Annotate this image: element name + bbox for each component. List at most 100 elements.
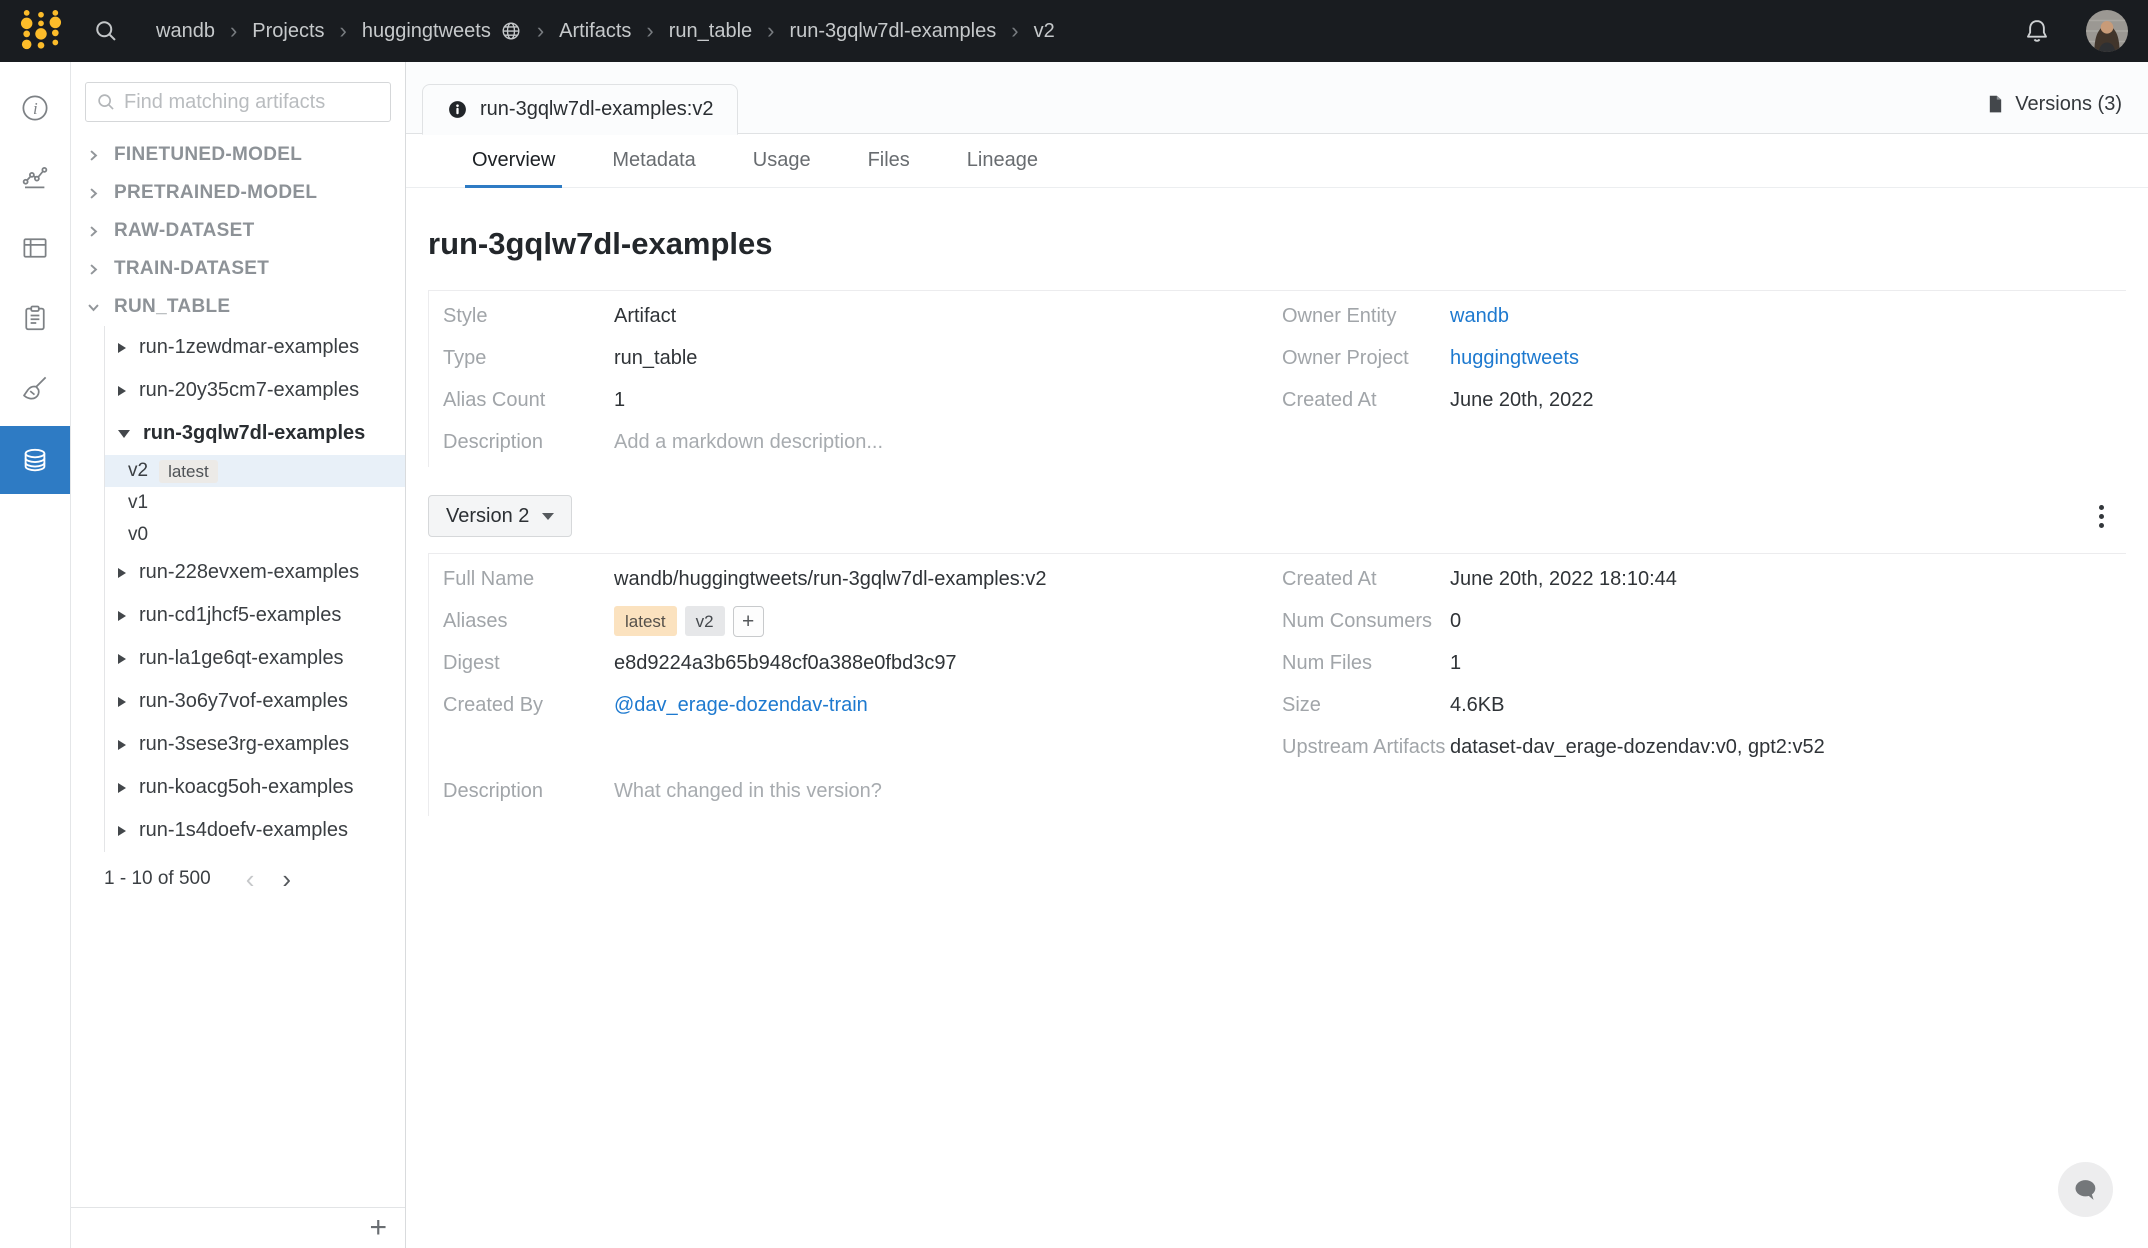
category-label: FINETUNED-MODEL [114, 144, 302, 166]
expand-triangle-icon[interactable] [118, 826, 126, 836]
breadcrumb-separator: › [1011, 20, 1018, 42]
artifact-label: run-cd1jhcf5-examples [139, 604, 341, 627]
artifact-tab[interactable]: run-3gqlw7dl-examples:v2 [422, 84, 738, 135]
artifact-item[interactable]: run-228evxem-examples [105, 551, 405, 594]
pagination-next-button[interactable]: › [273, 866, 300, 892]
description-input[interactable]: Add a markdown description... [614, 431, 883, 454]
artifact-item[interactable]: run-3sese3rg-examples [105, 723, 405, 766]
breadcrumb-item[interactable]: v2 [1034, 20, 1055, 43]
expand-triangle-icon[interactable] [118, 654, 126, 664]
tab-lineage[interactable]: Lineage [967, 134, 1038, 187]
breadcrumb-item[interactable]: run-3gqlw7dl-examples [789, 20, 996, 43]
collapse-triangle-icon[interactable] [118, 430, 130, 438]
artifact-item[interactable]: run-cd1jhcf5-examples [105, 594, 405, 637]
run-table-artifact-list: run-1zewdmar-examples run-20y35cm7-examp… [104, 326, 405, 852]
tab-files[interactable]: Files [868, 134, 910, 187]
artifact-search-box[interactable] [85, 82, 391, 122]
field-description: Description Add a markdown description..… [443, 421, 1282, 463]
rail-reports-button[interactable] [0, 286, 70, 350]
artifact-label: run-1zewdmar-examples [139, 336, 359, 359]
pagination-prev-button[interactable]: ‹ [237, 866, 264, 892]
alias-badge-latest[interactable]: latest [614, 606, 677, 636]
field-alias-count: Alias Count 1 [443, 379, 1282, 421]
search-input[interactable] [124, 91, 381, 114]
artifact-label: run-228evxem-examples [139, 561, 359, 584]
expand-triangle-icon[interactable] [118, 386, 126, 396]
artifact-categories: FINETUNED-MODEL PRETRAINED-MODEL RAW-DAT… [71, 136, 405, 326]
rail-artifacts-button[interactable] [0, 426, 70, 494]
rail-sweeps-button[interactable] [0, 356, 70, 420]
breadcrumb-item[interactable]: huggingtweets [362, 20, 522, 43]
sidebar-category-train-dataset[interactable]: TRAIN-DATASET [71, 250, 405, 288]
expand-triangle-icon[interactable] [118, 611, 126, 621]
chevron-down-icon [542, 513, 554, 520]
artifact-item[interactable]: run-koacg5oh-examples [105, 766, 405, 809]
field-digest: Digest e8d9224a3b65b948cf0a388e0fbd3c97 [443, 642, 1282, 684]
created-by-link[interactable]: @dav_erage-dozendav-train [614, 694, 868, 717]
artifacts-sidebar: FINETUNED-MODEL PRETRAINED-MODEL RAW-DAT… [71, 62, 406, 1248]
breadcrumb-item[interactable]: run_table [669, 20, 752, 43]
field-version-created-at: Created At June 20th, 2022 18:10:44 [1282, 558, 2126, 600]
sidebar-footer: + [71, 1207, 405, 1248]
breadcrumb-separator: › [537, 20, 544, 42]
expand-triangle-icon[interactable] [118, 740, 126, 750]
version-item-v2[interactable]: v2 latest [105, 455, 405, 487]
version-detail-panel: Full Name wandb/huggingtweets/run-3gqlw7… [428, 553, 2126, 816]
field-num-files: Num Files 1 [1282, 642, 2126, 684]
field-owner-entity: Owner Entity wandb [1282, 295, 2126, 337]
overflow-menu-button[interactable] [2093, 499, 2110, 534]
artifact-overview-panel: Style Artifact Type run_table Alias Coun… [428, 290, 2126, 467]
notifications-bell-icon[interactable] [2022, 16, 2052, 46]
version-item-v1[interactable]: v1 [105, 487, 405, 519]
breadcrumb-separator: › [230, 20, 237, 42]
rail-info-button[interactable]: i [0, 76, 70, 140]
search-icon[interactable] [92, 17, 120, 45]
artifact-item[interactable]: run-3o6y7vof-examples [105, 680, 405, 723]
tab-overview[interactable]: Overview [472, 134, 555, 187]
info-icon [447, 99, 468, 120]
expand-triangle-icon[interactable] [118, 568, 126, 578]
wandb-logo[interactable] [20, 7, 62, 55]
user-avatar[interactable] [2086, 10, 2128, 52]
help-chat-button[interactable] [2058, 1162, 2113, 1217]
sidebar-category-pretrained-model[interactable]: PRETRAINED-MODEL [71, 174, 405, 212]
expand-triangle-icon[interactable] [118, 343, 126, 353]
expand-triangle-icon[interactable] [118, 697, 126, 707]
category-label: TRAIN-DATASET [114, 258, 269, 280]
rail-charts-button[interactable] [0, 146, 70, 210]
document-icon [1985, 92, 2006, 116]
versions-button[interactable]: Versions (3) [1985, 92, 2122, 116]
version-item-v0[interactable]: v0 [105, 519, 405, 551]
artifact-item[interactable]: run-1zewdmar-examples [105, 326, 405, 369]
breadcrumb-separator: › [646, 20, 653, 42]
owner-project-link[interactable]: huggingtweets [1450, 347, 1579, 370]
artifact-item[interactable]: run-20y35cm7-examples [105, 369, 405, 412]
version-label: v1 [128, 492, 148, 514]
chevron-right-icon [87, 149, 100, 162]
sidebar-category-finetuned-model[interactable]: FINETUNED-MODEL [71, 136, 405, 174]
breadcrumb-item[interactable]: Artifacts [559, 20, 631, 43]
alias-badge-v2[interactable]: v2 [685, 606, 725, 636]
rail-table-button[interactable] [0, 216, 70, 280]
breadcrumb-item[interactable]: wandb [156, 20, 215, 43]
svg-text:i: i [33, 99, 38, 118]
sidebar-category-raw-dataset[interactable]: RAW-DATASET [71, 212, 405, 250]
owner-entity-link[interactable]: wandb [1450, 305, 1509, 328]
latest-badge: latest [159, 460, 218, 483]
chevron-right-icon [87, 187, 100, 200]
expand-triangle-icon[interactable] [118, 783, 126, 793]
artifact-label: run-3o6y7vof-examples [139, 690, 348, 713]
artifact-item[interactable]: run-la1ge6qt-examples [105, 637, 405, 680]
sidebar-category-run-table[interactable]: RUN_TABLE [71, 288, 405, 326]
artifact-item[interactable]: run-1s4doefv-examples [105, 809, 405, 852]
version-description-input[interactable]: What changed in this version? [614, 780, 882, 803]
artifact-item-selected[interactable]: run-3gqlw7dl-examples [105, 412, 405, 455]
tab-usage[interactable]: Usage [753, 134, 811, 187]
add-alias-button[interactable]: + [733, 606, 764, 637]
top-navbar: wandb › Projects › huggingtweets › Artif… [0, 0, 2148, 62]
breadcrumb-item[interactable]: Projects [252, 20, 324, 43]
tab-metadata[interactable]: Metadata [612, 134, 695, 187]
version-dropdown[interactable]: Version 2 [428, 495, 572, 537]
artifact-label: run-1s4doefv-examples [139, 819, 348, 842]
add-artifact-button[interactable]: + [369, 1213, 387, 1243]
